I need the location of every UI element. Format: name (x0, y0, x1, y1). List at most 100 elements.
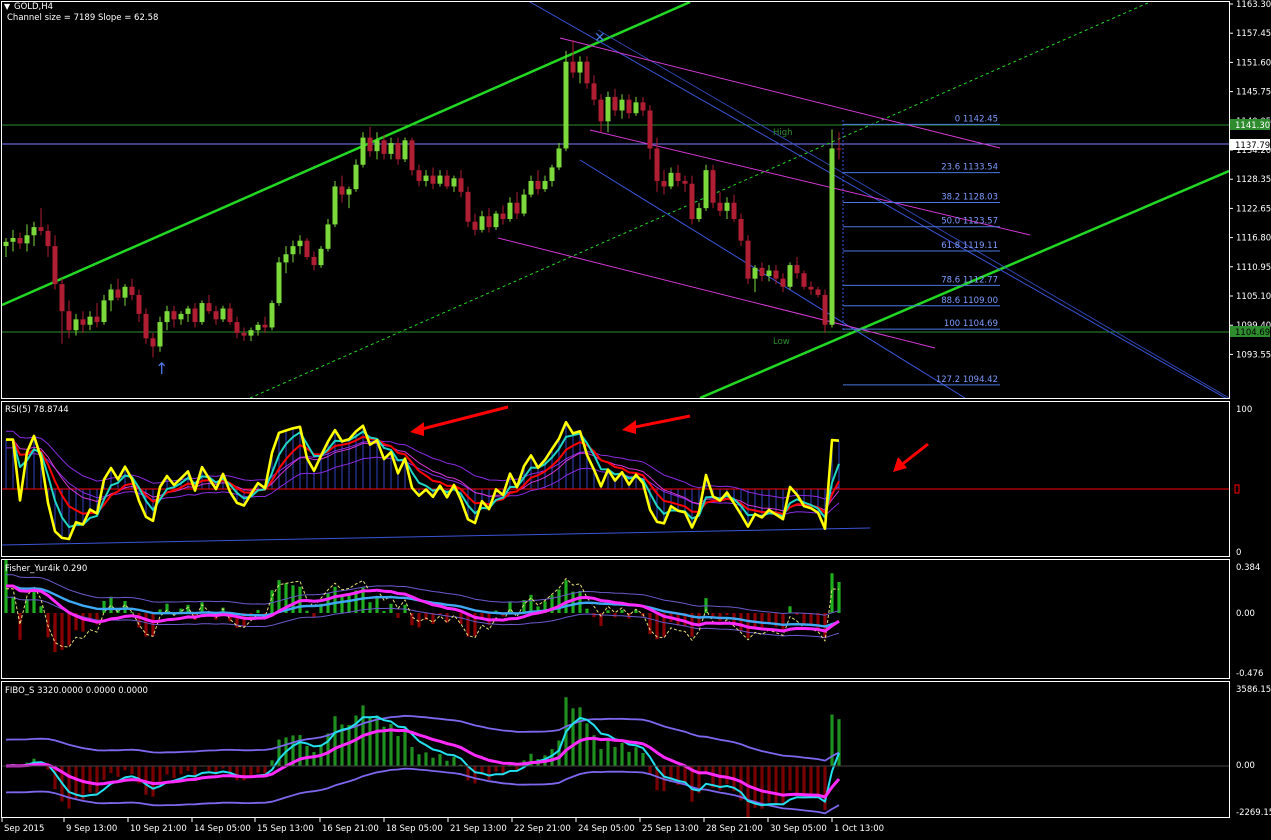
candle-body (178, 313, 184, 320)
candle-body (696, 208, 702, 219)
candle-body (409, 140, 415, 171)
rsi-title: RSI(5) 78.8744 (5, 405, 69, 415)
candle-body (654, 148, 660, 182)
candle-body (437, 175, 443, 184)
candle-body (738, 218, 744, 241)
candle-body (465, 191, 471, 222)
candle-body (773, 270, 779, 279)
candle-body (444, 175, 450, 187)
candle-body (38, 227, 44, 231)
candle-body (339, 186, 345, 195)
candle-body (185, 308, 191, 314)
candle-body (493, 213, 499, 228)
candle-body (780, 278, 786, 287)
candle-body (549, 167, 555, 182)
time-tick-label: 22 Sep 21:00 (514, 824, 571, 834)
svg-text:1137.79: 1137.79 (1235, 141, 1270, 151)
candle-body (220, 308, 226, 320)
candle-body (269, 303, 275, 328)
price-tick-label: 1122.65 (1236, 204, 1271, 214)
candle-body (108, 289, 114, 301)
candle-body (73, 319, 79, 331)
candle-body (374, 140, 380, 152)
time-tick-label: 24 Sep 05:00 (578, 824, 635, 834)
price-label-high: 1141.30 (1230, 119, 1270, 131)
candle-body (521, 194, 527, 214)
candle-body (766, 270, 772, 276)
candle-body (290, 246, 296, 255)
chart-symbol: GOLD,H4 (14, 2, 53, 12)
candle-body (45, 230, 51, 247)
price-tick-label: 1116.80 (1236, 234, 1271, 244)
candle-body (52, 246, 58, 285)
fisher-title: Fisher_Yur4ik 0.290 (5, 564, 87, 574)
candle-body (801, 273, 807, 287)
fibo-high-label: High (773, 128, 793, 138)
candle-body (192, 308, 198, 323)
price-tick-label: 1157.45 (1236, 29, 1271, 39)
candle-body (59, 284, 65, 312)
candle-body (395, 143, 401, 160)
candle-body (332, 186, 338, 225)
candle-body (507, 202, 513, 219)
candle-body (325, 224, 331, 249)
rsi-axis-100: 100 (1236, 405, 1252, 415)
time-tick-label: 1 Oct 13:00 (834, 824, 884, 834)
price-tick-label: 1163.30 (1236, 0, 1271, 10)
candle-body (542, 181, 548, 190)
candle-body (787, 265, 793, 287)
candle-body (836, 148, 842, 150)
fibo-low-label: Low (773, 337, 790, 347)
candle-body (87, 316, 93, 325)
channel-info: Channel size = 7189 Slope = 62.58 (7, 13, 158, 23)
candle-body (416, 170, 422, 182)
candle-body (605, 96, 611, 122)
candle-body (598, 99, 604, 122)
price-label-current: 1137.79 (1230, 139, 1270, 151)
candle-body (276, 262, 282, 304)
candle-body (710, 170, 716, 203)
price-tick-label: 1110.95 (1236, 263, 1271, 273)
candle-body (94, 316, 100, 323)
fibo-level-label: 23.6 1133.54 (941, 163, 998, 173)
candle-body (647, 110, 653, 149)
fibo-level-label: 0 1142.45 (955, 114, 998, 124)
candle-body (556, 148, 562, 168)
candle-body (262, 324, 268, 328)
candle-body (402, 140, 408, 160)
arrow-up-marker: ↑ (155, 359, 168, 378)
chart-window[interactable]: 0 1142.45 23.6 1133.54 38.2 1128.03 50.0 11… (0, 0, 1271, 840)
candle-body (150, 338, 156, 347)
candle-body (199, 303, 205, 323)
fibo-level-label: 100 1104.69 (944, 319, 998, 329)
candle-body (143, 313, 149, 339)
price-tick-label: 1093.55 (1236, 350, 1271, 360)
price-label-low: 1104.69 (1230, 326, 1270, 338)
candle-body (591, 83, 597, 100)
fisher-axis-mid: 0.00 (1236, 609, 1255, 619)
candle-body (486, 216, 492, 228)
fibo-level-label: 78.6 1112.77 (941, 275, 998, 285)
candle-body (283, 254, 289, 263)
candle-body (10, 237, 16, 242)
fisher-axis-top: 0.384 (1236, 563, 1260, 573)
candle-body (164, 311, 170, 323)
candle-body (724, 202, 730, 211)
candle-body (381, 140, 387, 154)
fibo-s-title: FIBO_S 3320.0000 0.0000 0.0000 (5, 686, 148, 696)
candle-body (822, 294, 828, 325)
time-tick-label: 28 Sep 21:00 (706, 824, 763, 834)
candle-body (157, 322, 163, 347)
fibo-s-axis-top: 3586.15 (1236, 685, 1271, 695)
time-tick-label: 9 Sep 13:00 (66, 824, 117, 834)
candle-body (122, 286, 128, 298)
fibo-s-axis-bottom: -2269.15 (1236, 808, 1271, 818)
candle-body (353, 164, 359, 190)
candle-body (682, 181, 688, 184)
rsi-axis-0: 0 (1236, 548, 1241, 558)
chart-menu-icon[interactable]: ▼ (4, 2, 11, 11)
time-tick-label: 14 Sep 05:00 (194, 824, 251, 834)
candle-body (500, 213, 506, 219)
price-tick-label: 1105.10 (1236, 292, 1271, 302)
candle-body (24, 235, 30, 244)
